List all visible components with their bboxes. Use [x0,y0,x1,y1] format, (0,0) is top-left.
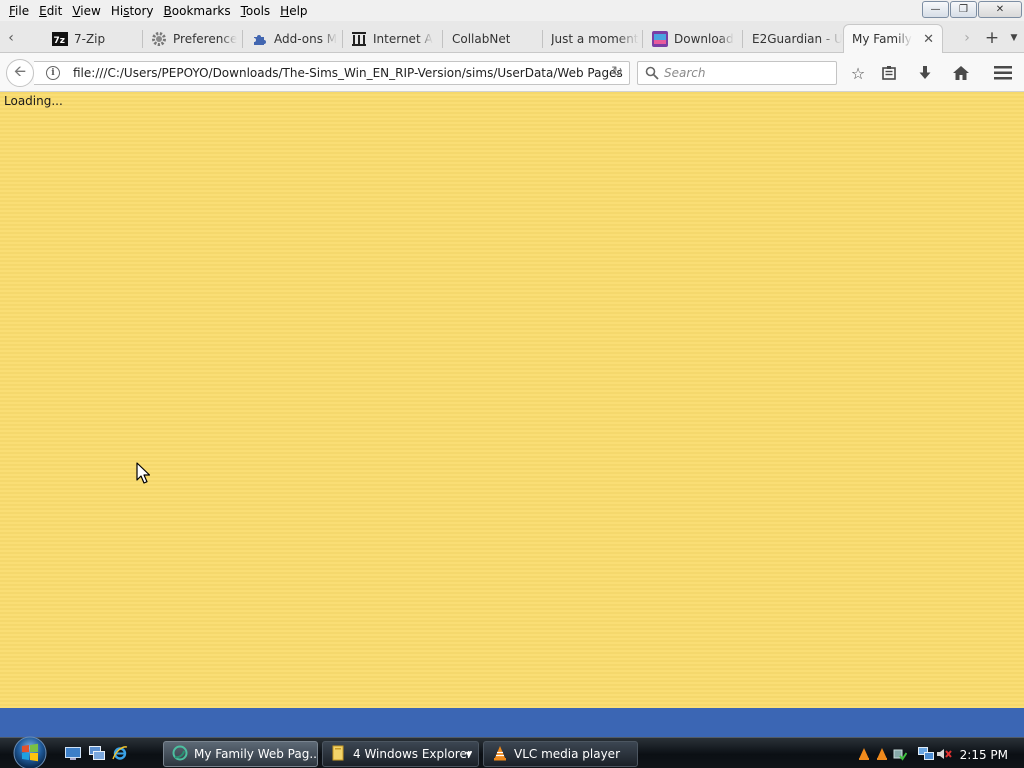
safely-remove-hardware-icon[interactable] [892,746,908,762]
search-bar[interactable]: Search [637,61,837,85]
new-tab-icon[interactable]: + [983,28,1001,48]
tab-separator [642,30,643,48]
tab-collabnet[interactable]: CollabNet [444,24,542,53]
back-arrow-icon: 🡨 [13,61,27,80]
tab-scroll-left-icon[interactable]: ‹ [2,28,20,48]
gear-icon [151,31,167,47]
url-text[interactable]: file:///C:/Users/PEPOYO/Downloads/The-Si… [73,66,623,80]
hamburger-menu-icon[interactable] [991,61,1015,85]
menu-bookmarks[interactable]: Bookmarks [159,4,236,18]
close-tab-icon[interactable]: ✕ [923,32,934,47]
bookmark-star-icon[interactable]: ☆ [846,61,870,85]
mouse-pointer-icon [136,462,151,487]
internet-explorer-icon[interactable] [111,745,129,761]
svg-text:7z: 7z [54,36,66,46]
address-bar[interactable]: i file:///C:/Users/PEPOYO/Downloads/The-… [34,61,630,85]
menu-tools[interactable]: Tools [236,4,276,18]
window-controls: — ❐ ✕ [922,1,1022,18]
tab-separator [742,30,743,48]
tab-internet-archive[interactable]: Internet A [343,24,441,53]
tab-strip: ‹ 7z 7-Zip Preference Add-ons M Internet… [0,21,1024,53]
taskbar-button-vlc[interactable]: VLC media player [483,741,638,767]
tab-separator [442,30,443,48]
tab-label: CollabNet [452,31,511,46]
system-tray: 2:15 PM [856,741,1024,767]
menu-view[interactable]: View [67,4,105,18]
chevron-down-icon: ▼ [465,750,472,759]
tab-label: 7-Zip [74,31,106,46]
back-button[interactable]: 🡨 [6,59,34,87]
tab-my-family[interactable]: My Family ✕ [843,24,943,53]
taskbar: My Family Web Pag... 4 Windows Explorer … [0,735,1024,768]
vlc-tray-icon[interactable] [856,746,872,762]
menu-file[interactable]: File [4,4,34,18]
tab-label: My Family [852,32,912,46]
tab-scroll-right-icon[interactable]: › [958,28,976,48]
tab-label: Preference [173,31,238,46]
folder-icon [331,745,347,764]
clock[interactable]: 2:15 PM [960,748,1008,762]
close-window-button[interactable]: ✕ [978,1,1022,18]
volume-muted-icon[interactable] [936,746,952,762]
downloads-icon[interactable] [913,61,937,85]
menu-bar: File Edit View History Bookmarks Tools H… [0,0,1024,21]
tab-label: E2Guardian - U [752,31,842,46]
switch-windows-icon[interactable] [88,745,106,761]
tab-separator [242,30,243,48]
loading-text: Loading... [4,94,63,108]
taskbar-button-firefox[interactable]: My Family Web Pag... [163,741,318,767]
seven-zip-icon: 7z [52,31,68,47]
page-footer-strip [0,708,1024,737]
menu-history[interactable]: History [106,4,159,18]
tab-label: Internet A [373,31,433,46]
search-icon [644,65,660,81]
info-icon[interactable]: i [46,66,60,80]
tab-label: Download [674,31,734,46]
taskbar-button-label: 4 Windows Explorer [353,747,472,761]
tab-preferences[interactable]: Preference [143,24,241,53]
page-content: Loading... [0,92,1024,708]
minimize-button[interactable]: — [922,1,949,18]
tab-addons[interactable]: Add-ons M [244,24,342,53]
taskbar-button-label: VLC media player [514,747,621,761]
firefox-icon [172,745,188,764]
menu-edit[interactable]: Edit [34,4,67,18]
search-placeholder: Search [664,66,706,80]
bookmarks-menu-icon[interactable] [877,61,901,85]
list-all-tabs-icon[interactable]: ▼ [1005,28,1023,48]
navigation-bar: i file:///C:/Users/PEPOYO/Downloads/The-… [0,53,1024,92]
network-icon[interactable] [918,746,934,762]
puzzle-icon [252,31,268,47]
home-icon[interactable] [949,61,973,85]
tab-e2guardian[interactable]: E2Guardian - U [744,24,842,53]
tab-label: Just a moment [551,31,639,46]
start-button[interactable] [9,735,51,768]
menu-help[interactable]: Help [275,4,312,18]
tab-just-a-moment[interactable]: Just a moment [543,24,641,53]
tab-label: Add-ons M [274,31,338,46]
download-site-icon [652,30,668,47]
vlc-icon [492,745,508,764]
archive-icon [351,31,367,47]
tab-7zip[interactable]: 7z 7-Zip [44,24,142,53]
restore-button[interactable]: ❐ [950,1,977,18]
show-desktop-icon[interactable] [64,745,82,761]
taskbar-button-label: My Family Web Pag... [194,747,318,761]
tab-download[interactable]: Download [644,24,742,53]
reload-icon[interactable]: ↻ [611,64,623,80]
vlc-tray-icon[interactable] [874,746,890,762]
taskbar-button-windows-explorer[interactable]: 4 Windows Explorer ▼ [322,741,479,767]
